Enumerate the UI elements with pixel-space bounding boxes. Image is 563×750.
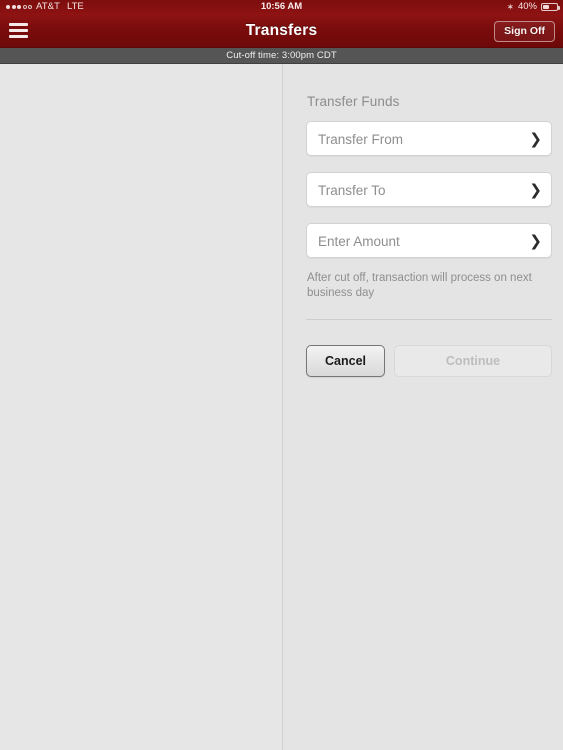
chevron-right-icon: ❯ — [529, 181, 542, 199]
battery-icon — [541, 3, 560, 11]
transfer-from-label: Transfer From — [318, 132, 404, 147]
chevron-right-icon: ❯ — [529, 232, 542, 250]
transfer-from-field[interactable]: Transfer From ❯ — [306, 121, 552, 156]
page-title: Transfers — [245, 22, 318, 39]
transfer-to-label: Transfer To — [318, 183, 386, 198]
cutoff-helper-text: After cut off, transaction will process … — [307, 272, 532, 299]
ios-status-bar: AT&T LTE 10:56 AM ✶ 40% — [0, 0, 563, 14]
app-navigation-bar: Transfers Sign Off — [0, 14, 563, 48]
enter-amount-field[interactable]: Enter Amount ❯ — [306, 223, 552, 258]
cancel-button[interactable]: Cancel — [306, 345, 385, 377]
battery-percent-label: 40% — [517, 1, 537, 12]
transfers-screen: AT&T LTE 10:56 AM ✶ 40% Transfers Sign O… — [0, 0, 563, 750]
transfer-to-field[interactable]: Transfer To ❯ — [306, 172, 552, 207]
chevron-right-icon: ❯ — [529, 130, 542, 148]
content-area: Transfer Funds Transfer From ❯ Transfer … — [0, 64, 563, 750]
form-divider — [306, 319, 552, 320]
cutoff-time-banner: Cut-off time: 3:00pm CDT — [0, 48, 563, 64]
status-bar-right: ✶ 40% — [506, 0, 560, 14]
sign-off-button[interactable]: Sign Off — [494, 21, 555, 42]
status-bar-clock: 10:56 AM — [260, 1, 303, 12]
continue-button: Continue — [394, 345, 552, 377]
battery-fill — [543, 5, 549, 9]
enter-amount-label: Enter Amount — [318, 234, 400, 249]
left-detail-pane — [0, 64, 283, 750]
section-heading: Transfer Funds — [307, 94, 400, 109]
transfer-form-pane: Transfer Funds Transfer From ❯ Transfer … — [284, 64, 563, 750]
bluetooth-icon: ✶ — [506, 2, 514, 12]
